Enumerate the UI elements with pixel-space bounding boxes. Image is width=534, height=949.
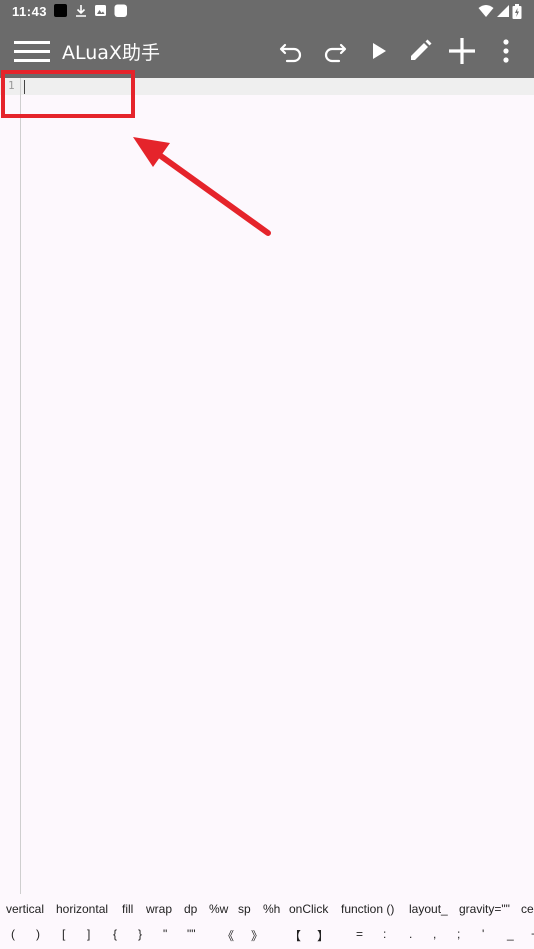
symbol-key[interactable]: ] — [87, 927, 90, 941]
symbol-key[interactable]: fill — [122, 902, 133, 916]
edit-icon[interactable] — [403, 34, 437, 68]
battery-icon — [512, 4, 522, 19]
symbol-key[interactable]: ; — [457, 927, 460, 941]
undo-icon[interactable] — [275, 34, 309, 68]
symbol-row-2: ( ) [ ] { } " "" 《 》 【 】 = : . , ; ' _ + — [0, 924, 534, 948]
download-icon — [76, 5, 86, 17]
symbol-key[interactable]: function () — [341, 902, 394, 916]
symbol-key[interactable]: dp — [184, 902, 197, 916]
app-square-icon — [114, 4, 127, 17]
symbol-key[interactable]: onClick — [289, 902, 328, 916]
app-toolbar: ALuaX助手 — [0, 24, 534, 78]
signal-icon — [497, 5, 509, 17]
code-editor[interactable]: 1 — [0, 78, 534, 894]
add-icon[interactable] — [445, 34, 479, 68]
symbol-key[interactable]: : — [383, 927, 386, 941]
app-title: ALuaX助手 — [62, 42, 160, 64]
symbol-key[interactable]: layout_ — [409, 902, 448, 916]
symbol-key[interactable]: ce — [521, 902, 534, 916]
app-notification-icon — [54, 4, 67, 17]
symbol-key[interactable]: %w — [209, 902, 228, 916]
symbol-key[interactable]: 【 — [289, 927, 301, 944]
status-bar: 11:43 — [0, 0, 534, 24]
symbol-key[interactable]: [ — [62, 927, 65, 941]
symbol-key[interactable]: horizontal — [56, 902, 108, 916]
symbol-bar: vertical horizontal fill wrap dp %w sp %… — [0, 896, 534, 949]
gutter-divider — [20, 78, 21, 894]
symbol-key[interactable]: vertical — [6, 902, 44, 916]
symbol-key[interactable]: ( — [11, 927, 15, 941]
symbol-key[interactable]: } — [138, 927, 142, 941]
status-time: 11:43 — [12, 4, 48, 19]
wifi-icon — [478, 5, 494, 17]
symbol-key[interactable]: 】 — [317, 927, 329, 944]
current-line-highlight — [0, 78, 534, 95]
symbol-key[interactable]: ) — [36, 927, 40, 941]
symbol-key[interactable]: 《 — [222, 927, 234, 944]
symbol-key[interactable]: gravity="" — [459, 902, 510, 916]
symbol-key[interactable]: ' — [482, 927, 484, 941]
more-vert-icon[interactable] — [489, 34, 523, 68]
text-cursor — [24, 80, 25, 94]
symbol-row-1: vertical horizontal fill wrap dp %w sp %… — [0, 899, 534, 923]
menu-icon[interactable] — [10, 34, 54, 68]
run-icon[interactable] — [361, 34, 395, 68]
symbol-key[interactable]: = — [356, 927, 363, 941]
symbol-key[interactable]: , — [433, 927, 436, 941]
symbol-key[interactable]: { — [113, 927, 117, 941]
symbol-key[interactable]: 》 — [251, 927, 263, 944]
photo-icon — [95, 5, 106, 16]
symbol-key[interactable]: " — [163, 927, 167, 941]
line-number: 1 — [8, 79, 15, 92]
redo-icon[interactable] — [317, 34, 351, 68]
symbol-key[interactable]: sp — [238, 902, 251, 916]
symbol-key[interactable]: _ — [507, 927, 514, 941]
symbol-key[interactable]: "" — [187, 927, 196, 941]
symbol-key[interactable]: %h — [263, 902, 280, 916]
symbol-key[interactable]: wrap — [146, 902, 172, 916]
symbol-key[interactable]: . — [409, 927, 412, 941]
